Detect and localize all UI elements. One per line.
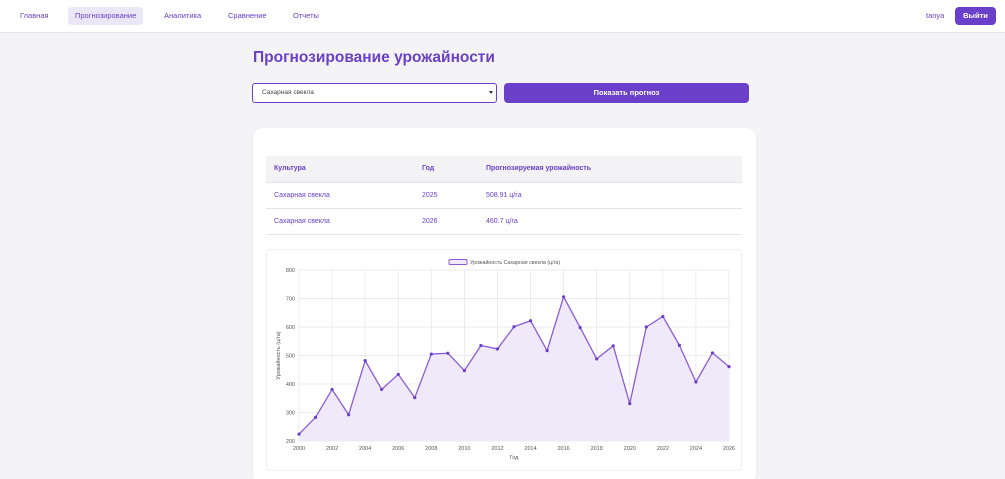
x-tick-label: 2012 <box>491 446 503 452</box>
logout-button[interactable]: Выйти <box>955 7 996 25</box>
caret-down-icon <box>489 91 493 94</box>
forecast-table: Культура Год Прогнозируемая урожайность … <box>266 156 742 235</box>
data-point <box>595 357 599 361</box>
y-tick-label: 400 <box>286 382 295 388</box>
x-tick-label: 2016 <box>557 446 569 452</box>
data-point <box>628 402 632 406</box>
column-header-yield: Прогнозируемая урожайность <box>486 156 742 183</box>
x-tick-label: 2002 <box>326 446 338 452</box>
x-tick-label: 2006 <box>392 446 404 452</box>
cell-year: 2026 <box>422 208 486 235</box>
nav-home[interactable]: Главная <box>13 7 56 25</box>
y-axis-title: Урожайность (ц/га) <box>275 331 282 379</box>
yield-chart-svg: 200 300 400 500 600 700 800 2000 2002 2004 2006 200… <box>275 259 735 461</box>
table-row: Сахарная свекла 2026 460.7 ц/га <box>266 208 742 235</box>
cell-crop: Сахарная свекла <box>266 208 422 235</box>
page-title: Прогнозирование урожайности <box>253 49 495 66</box>
data-point <box>661 314 665 319</box>
data-point <box>512 325 516 329</box>
data-point <box>495 347 500 351</box>
data-point <box>363 359 367 363</box>
data-point <box>380 387 384 392</box>
legend-label: Урожайность Сахарная свекла (ц/га) <box>470 259 560 266</box>
data-point <box>528 319 533 323</box>
data-point <box>297 432 301 436</box>
nav-analytics[interactable]: Аналитика <box>157 7 208 25</box>
data-point <box>545 349 549 353</box>
nav-comparison[interactable]: Сравнение <box>221 7 274 25</box>
cell-yield: 508.91 ц/га <box>486 182 742 209</box>
crop-select-value: Сахарная свекла <box>262 89 314 96</box>
data-point <box>562 295 566 299</box>
data-point <box>330 387 334 392</box>
x-tick-label: 2020 <box>624 446 636 452</box>
yield-chart: 200 300 400 500 600 700 800 2000 2002 2004 2006 200… <box>266 249 742 471</box>
cell-year: 2025 <box>422 182 486 209</box>
x-tick-label: 2024 <box>690 446 702 452</box>
column-header-year: Год <box>422 156 486 183</box>
x-tick-label: 2022 <box>657 446 669 452</box>
x-tick-label: 2014 <box>524 446 536 452</box>
y-tick-label: 700 <box>286 297 295 303</box>
data-point <box>313 415 318 419</box>
x-axis-title: Год <box>510 455 520 461</box>
data-point <box>710 351 715 355</box>
y-tick-label: 800 <box>286 268 295 274</box>
y-tick-label: 200 <box>286 439 295 445</box>
y-tick-label: 300 <box>286 411 295 417</box>
legend-swatch <box>448 259 468 265</box>
data-point <box>694 380 698 384</box>
table-row: Сахарная свекла 2025 508.91 ц/га <box>266 182 742 209</box>
x-tick-label: 2000 <box>293 446 305 452</box>
data-point <box>429 352 433 356</box>
data-point <box>462 369 466 373</box>
cell-crop: Сахарная свекла <box>266 182 422 209</box>
y-tick-label: 500 <box>286 354 295 360</box>
table-header-row: Культура Год Прогнозируемая урожайность <box>266 156 742 183</box>
data-point <box>578 325 582 330</box>
data-point <box>611 344 615 348</box>
data-point <box>396 372 400 376</box>
top-navbar: Главная Прогнозирование Аналитика Сравне… <box>0 0 1005 33</box>
nav-forecasting[interactable]: Прогнозирование <box>68 7 144 25</box>
show-forecast-button[interactable]: Показать прогноз <box>504 83 749 103</box>
data-point <box>677 343 681 347</box>
x-tick-label: 2004 <box>359 446 371 452</box>
crop-select[interactable]: Сахарная свекла <box>252 83 497 103</box>
data-point <box>727 365 731 369</box>
username-label: tanya <box>926 11 945 20</box>
data-point <box>479 343 483 348</box>
x-tick-label: 2026 <box>723 446 735 452</box>
data-point <box>413 396 417 400</box>
column-header-crop: Культура <box>266 156 422 183</box>
data-point <box>446 351 450 355</box>
data-point <box>644 325 648 329</box>
x-tick-label: 2018 <box>591 446 603 452</box>
y-tick-label: 600 <box>286 325 295 331</box>
cell-yield: 460.7 ц/га <box>486 208 742 235</box>
x-tick-label: 2010 <box>458 446 470 452</box>
nav-reports[interactable]: Отчеты <box>286 7 326 25</box>
data-point <box>347 413 351 417</box>
x-tick-label: 2008 <box>425 446 437 452</box>
